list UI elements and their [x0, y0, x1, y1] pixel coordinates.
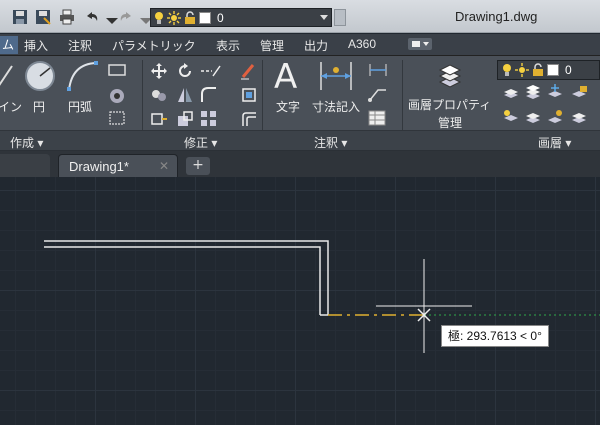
redo-icon[interactable]: [118, 9, 134, 25]
circle-tool-icon[interactable]: [24, 60, 56, 92]
rectangle-tool-icon[interactable]: [108, 64, 126, 76]
circle-tool-label[interactable]: 円: [33, 98, 45, 115]
layer-manage-label[interactable]: 管理: [438, 114, 462, 131]
layer-previous-icon[interactable]: [524, 108, 542, 124]
layer-properties-label[interactable]: 画層プロパティ: [408, 96, 491, 113]
hatch-tool-icon[interactable]: [108, 88, 126, 104]
title-bar: 0 Drawing1.dwg: [0, 0, 600, 33]
arc-tool-icon[interactable]: [66, 60, 98, 92]
region-tool-icon[interactable]: [108, 110, 126, 126]
window-title: Drawing1.dwg: [455, 9, 538, 24]
undo-icon[interactable]: [84, 9, 100, 25]
layer-off-icon[interactable]: [502, 86, 520, 100]
scale-icon[interactable]: [176, 110, 194, 128]
layer-unisolate-icon[interactable]: [546, 108, 564, 124]
offset-icon[interactable]: [240, 110, 258, 128]
tab-view[interactable]: 表示: [216, 37, 240, 54]
layer-match-icon[interactable]: [502, 108, 520, 124]
fillet-icon[interactable]: [200, 86, 218, 104]
layer-color-swatch: [547, 64, 559, 76]
tab-a360[interactable]: A360: [348, 37, 376, 51]
tab-annotate[interactable]: 注釈: [68, 37, 92, 54]
drawing-geometry: [44, 240, 600, 353]
close-icon[interactable]: ✕: [159, 159, 169, 173]
tab-home[interactable]: ム: [0, 36, 19, 54]
document-tab-bar: Drawing1* ✕ +: [0, 151, 600, 177]
bulb-icon: [502, 63, 512, 77]
mirror-icon[interactable]: [176, 86, 194, 104]
start-tab[interactable]: [0, 154, 50, 177]
lock-icon: [532, 63, 544, 77]
document-tab[interactable]: Drawing1* ✕: [58, 154, 178, 177]
move-icon[interactable]: [150, 62, 168, 80]
new-tab-button[interactable]: +: [186, 157, 210, 175]
panel-title-modify-text: 修正: [184, 136, 209, 150]
dimension-tool-label[interactable]: 寸法記入: [312, 98, 360, 115]
layer-freeze-icon[interactable]: [546, 84, 564, 100]
layer-isolate-icon[interactable]: [524, 84, 542, 100]
tab-manage[interactable]: 管理: [260, 37, 284, 54]
panel-title-annotation[interactable]: 注釈 ▾: [314, 134, 347, 151]
bulb-icon[interactable]: [154, 11, 164, 25]
print-icon[interactable]: [59, 9, 75, 25]
ribbon-tab-bar: ム 挿入 注釈 パラメトリック 表示 管理 出力 A360: [0, 34, 600, 56]
layer-lock-icon[interactable]: [570, 84, 588, 100]
layer-dropdown[interactable]: 0: [497, 60, 600, 80]
panel-title-create[interactable]: 作成 ▾: [10, 134, 43, 151]
tab-parametric[interactable]: パラメトリック: [112, 37, 196, 54]
ribbon-panel-titles: 作成 ▾ 修正 ▾ 注釈 ▾ 画層 ▾: [0, 130, 600, 150]
line-tool-icon[interactable]: [0, 62, 14, 92]
text-tool-label[interactable]: 文字: [276, 98, 300, 115]
tab-output[interactable]: 出力: [304, 37, 328, 54]
table-icon[interactable]: [368, 110, 386, 126]
svg-text:A: A: [274, 58, 297, 94]
chevron-down-icon[interactable]: [320, 15, 328, 20]
qa-customize-button[interactable]: [334, 9, 346, 26]
panel-title-modify[interactable]: 修正 ▾: [184, 134, 217, 151]
text-tool-icon[interactable]: A: [272, 58, 302, 94]
save-icon[interactable]: [12, 9, 28, 25]
layer-properties-icon[interactable]: [436, 60, 464, 90]
panel-title-layers-text: 画層: [538, 136, 563, 150]
lock-icon[interactable]: [184, 10, 196, 25]
line-tool-label[interactable]: イン: [0, 98, 22, 115]
rotate-icon[interactable]: [176, 62, 194, 80]
erase-icon[interactable]: [240, 62, 258, 80]
layer-dropdown-value: 0: [565, 63, 572, 77]
sun-icon: [515, 63, 529, 77]
dimension-tool-icon[interactable]: [318, 60, 354, 92]
leader-icon[interactable]: [368, 86, 388, 102]
document-tab-label: Drawing1*: [69, 159, 129, 174]
stretch-icon[interactable]: [150, 110, 168, 128]
polyline-geometry[interactable]: [44, 240, 329, 316]
panel-title-layers[interactable]: 画層 ▾: [538, 134, 571, 151]
array-icon[interactable]: [200, 110, 218, 128]
saveas-icon[interactable]: [35, 9, 51, 25]
panel-title-create-text: 作成: [10, 136, 35, 150]
layer-combo[interactable]: 0: [150, 8, 332, 27]
cursor-tooltip: 極: 293.7613 < 0°: [441, 325, 549, 347]
explode-icon[interactable]: [240, 86, 258, 104]
trim-icon[interactable]: [200, 62, 224, 80]
sun-icon[interactable]: [167, 10, 181, 25]
layer-unlock-icon[interactable]: [570, 108, 588, 124]
layer-color-swatch: [199, 11, 211, 24]
panel-title-annotation-text: 注釈: [314, 136, 339, 150]
ribbon-minimize-icon[interactable]: [408, 38, 432, 50]
linear-dim-icon[interactable]: [368, 62, 388, 78]
copy-icon[interactable]: [150, 86, 168, 104]
layer-combo-value: 0: [217, 10, 224, 25]
arc-tool-label[interactable]: 円弧: [68, 98, 92, 115]
tab-insert[interactable]: 挿入: [24, 37, 48, 54]
